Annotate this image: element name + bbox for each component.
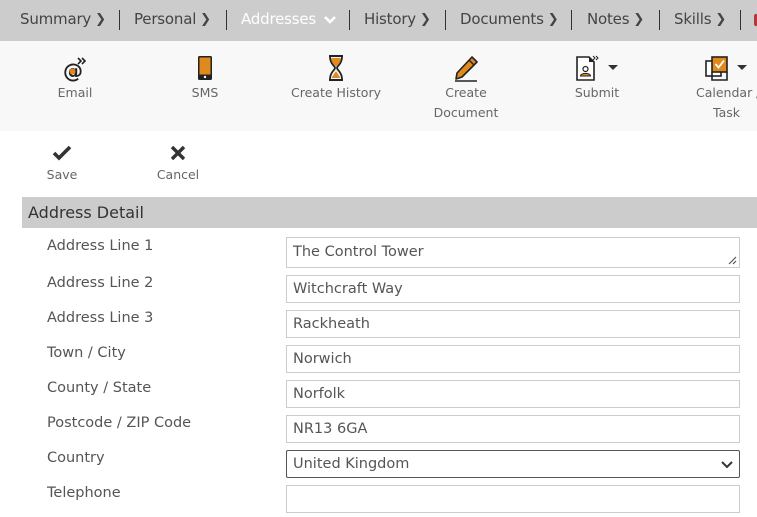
submit-button[interactable]: Submit bbox=[567, 41, 627, 131]
calendar-task-label-line1: Calendar / bbox=[696, 85, 757, 100]
create-document-label-line2: Document bbox=[433, 105, 499, 120]
sms-label: SMS bbox=[191, 85, 219, 100]
tab-addresses[interactable]: Addresses bbox=[241, 0, 336, 41]
tab-skills[interactable]: Skills ❯ bbox=[674, 0, 726, 41]
chevron-right-icon: ❯ bbox=[95, 12, 106, 27]
tab-summary-label: Summary bbox=[20, 10, 92, 28]
sms-button[interactable]: SMS bbox=[175, 41, 235, 131]
tab-addresses-label: Addresses bbox=[241, 10, 316, 28]
town-city-label: Town / City bbox=[47, 345, 126, 361]
nav-divider bbox=[740, 10, 741, 30]
chevron-down-icon bbox=[721, 461, 733, 469]
tab-history[interactable]: History ❯ bbox=[364, 0, 431, 41]
chevron-down-icon bbox=[323, 16, 336, 24]
create-document-button[interactable]: Create Document bbox=[430, 41, 502, 131]
tab-documents[interactable]: Documents ❯ bbox=[460, 0, 559, 41]
postcode-label: Postcode / ZIP Code bbox=[47, 415, 192, 431]
nav-divider bbox=[119, 10, 120, 30]
address-line-2-value: Witchcraft Way bbox=[293, 281, 403, 297]
calendar-task-label-line2: Task bbox=[713, 105, 740, 120]
mobile-phone-icon bbox=[198, 56, 212, 80]
postcode-value: NR13 6GA bbox=[293, 421, 368, 437]
create-history-button[interactable]: Create History bbox=[290, 41, 382, 131]
tab-notes[interactable]: Notes ❯ bbox=[587, 0, 644, 41]
chevron-right-icon: ❯ bbox=[200, 12, 211, 27]
address-line-1-textarea[interactable]: The Control Tower bbox=[286, 237, 740, 268]
email-label: Email bbox=[57, 85, 93, 100]
country-select[interactable]: United Kingdom bbox=[286, 450, 740, 478]
chevron-right-icon: ❯ bbox=[419, 12, 431, 27]
country-label: Country bbox=[47, 450, 105, 466]
county-state-value: Norfolk bbox=[293, 386, 346, 402]
section-title: Address Detail bbox=[28, 203, 144, 222]
telephone-label: Telephone bbox=[47, 485, 121, 501]
calendar-dropdown-caret-icon bbox=[737, 65, 747, 70]
submit-label: Submit bbox=[574, 85, 620, 100]
address-line-1-value: The Control Tower bbox=[293, 244, 424, 260]
save-button[interactable]: Save bbox=[40, 131, 84, 187]
hourglass-icon bbox=[329, 55, 343, 81]
cancel-label: Cancel bbox=[156, 167, 200, 182]
county-state-input[interactable]: Norfolk bbox=[286, 380, 740, 408]
address-line-3-value: Rackheath bbox=[293, 316, 370, 332]
email-icon: @ bbox=[63, 57, 87, 82]
chevron-right-icon: ❯ bbox=[633, 12, 645, 27]
address-line-3-label: Address Line 3 bbox=[47, 310, 154, 326]
create-document-label-line1: Create bbox=[445, 85, 487, 100]
town-city-input[interactable]: Norwich bbox=[286, 345, 740, 373]
checkmark-icon bbox=[52, 145, 72, 161]
section-header-address-detail: Address Detail bbox=[22, 197, 757, 228]
nav-divider bbox=[349, 10, 350, 30]
create-history-label: Create History bbox=[291, 85, 381, 100]
save-label: Save bbox=[46, 167, 78, 182]
submit-document-icon bbox=[576, 55, 599, 81]
email-button[interactable]: @ Email bbox=[45, 41, 105, 131]
action-toolbar: @ Email SMS Create History Create bbox=[0, 41, 757, 131]
county-state-label: County / State bbox=[47, 380, 152, 396]
tab-documents-label: Documents bbox=[460, 10, 544, 28]
tab-skills-label: Skills bbox=[674, 10, 712, 28]
nav-divider bbox=[445, 10, 446, 30]
telephone-input[interactable] bbox=[286, 485, 740, 513]
resize-grip-icon[interactable] bbox=[727, 255, 737, 265]
address-line-2-input[interactable]: Witchcraft Way bbox=[286, 275, 740, 303]
tab-notes-label: Notes bbox=[587, 10, 630, 28]
nav-divider bbox=[571, 10, 572, 30]
tab-navigation-bar: Summary ❯ Personal ❯ Addresses History ❯ Do… bbox=[0, 0, 757, 41]
calendar-task-icon bbox=[705, 56, 728, 81]
close-icon bbox=[170, 145, 186, 161]
chevron-right-icon: ❯ bbox=[715, 12, 727, 27]
tab-personal[interactable]: Personal ❯ bbox=[134, 0, 211, 41]
submit-dropdown-caret-icon bbox=[608, 65, 618, 70]
calendar-task-button[interactable]: Calendar / Task bbox=[695, 41, 757, 131]
chevron-right-icon: ❯ bbox=[547, 12, 559, 27]
nav-divider bbox=[226, 10, 227, 30]
address-line-1-label: Address Line 1 bbox=[47, 238, 154, 254]
town-city-value: Norwich bbox=[293, 351, 352, 367]
tab-personal-label: Personal bbox=[134, 10, 197, 28]
form-actions: Save Cancel bbox=[0, 131, 757, 197]
nav-divider bbox=[659, 10, 660, 30]
postcode-input[interactable]: NR13 6GA bbox=[286, 415, 740, 443]
address-line-2-label: Address Line 2 bbox=[47, 275, 154, 291]
tab-summary[interactable]: Summary ❯ bbox=[20, 0, 106, 41]
address-line-3-input[interactable]: Rackheath bbox=[286, 310, 740, 338]
pencil-icon bbox=[455, 56, 478, 82]
country-value: United Kingdom bbox=[293, 456, 410, 472]
cancel-button[interactable]: Cancel bbox=[150, 131, 206, 187]
tab-history-label: History bbox=[364, 10, 416, 28]
